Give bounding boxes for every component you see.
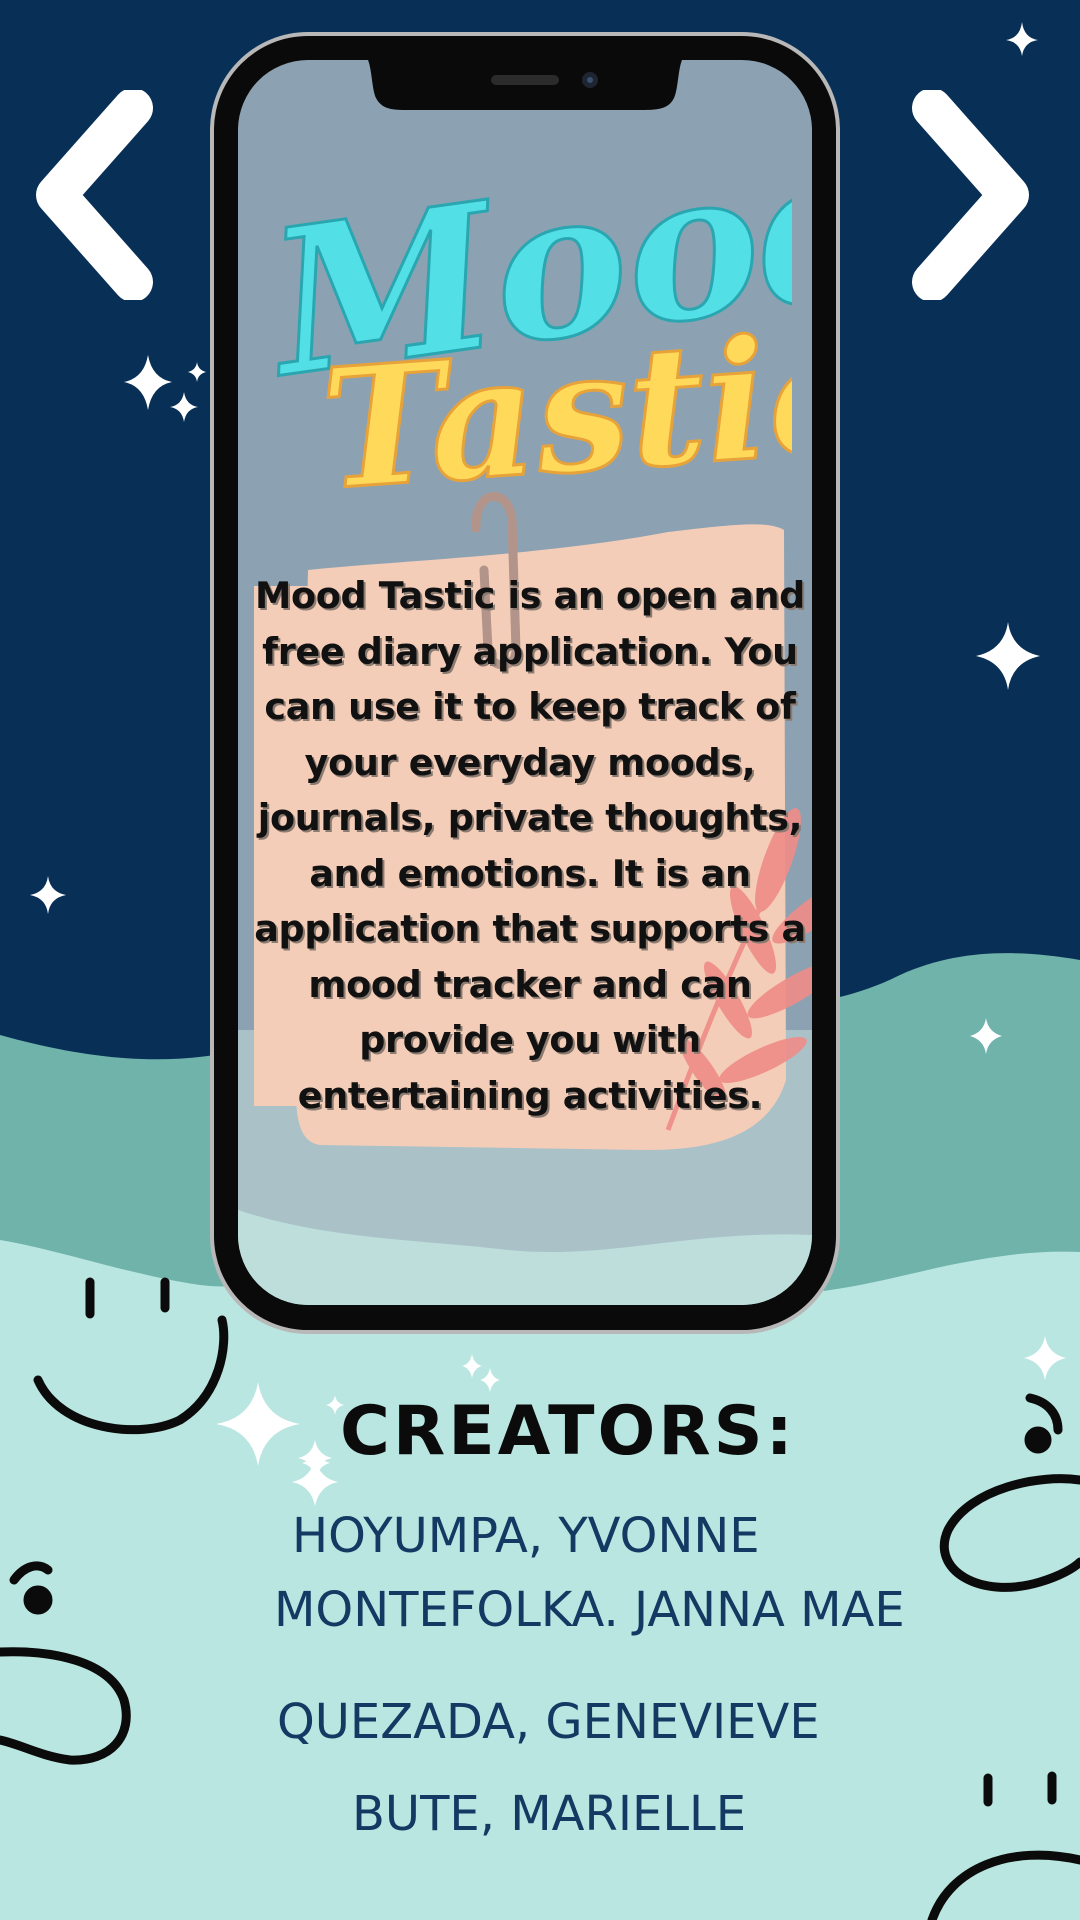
creator-name: BUTE, MARIELLE bbox=[352, 1786, 747, 1842]
creator-name: QUEZADA, GENEVIEVE bbox=[277, 1694, 820, 1750]
app-logo: Mood Tastic bbox=[252, 112, 792, 512]
creator-name: HOYUMPA, YVONNE bbox=[292, 1508, 760, 1564]
chevron-right-icon bbox=[912, 88, 1029, 302]
logo-word-tastic: Tastic bbox=[316, 295, 792, 512]
chevron-left-icon bbox=[36, 88, 153, 302]
previous-button[interactable] bbox=[28, 88, 163, 302]
creator-name: MONTEFOLKA. JANNA MAE bbox=[274, 1582, 905, 1638]
creators-heading: CREATORS: bbox=[340, 1392, 796, 1471]
app-description: Mood Tastic is an open and free diary ap… bbox=[254, 574, 806, 1117]
next-button[interactable] bbox=[902, 88, 1037, 302]
